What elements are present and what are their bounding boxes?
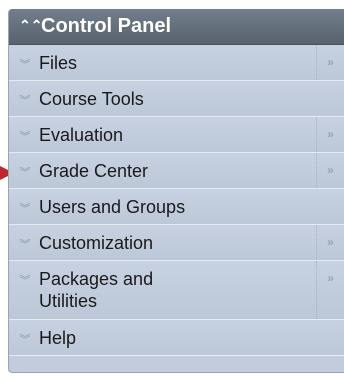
chevron-down-double-icon[interactable]: ︾ (9, 225, 39, 252)
menu-item-users-and-groups[interactable]: ︾ Users and Groups (9, 189, 344, 225)
chevron-right-double-icon[interactable]: » (316, 45, 344, 80)
chevron-right-double-icon[interactable]: » (316, 261, 344, 319)
menu-item-label: Users and Groups (39, 197, 186, 217)
screenshot-stage: ⌃⌃ Control Panel ︾ Files » ︾ Course Tool… (0, 0, 344, 377)
menu-item-label: Grade Center (39, 161, 149, 181)
menu-item-help[interactable]: ︾ Help (9, 320, 344, 356)
control-panel-title: Control Panel (41, 15, 172, 37)
menu-item-customization[interactable]: ︾ Customization » (9, 225, 344, 261)
control-panel: ⌃⌃ Control Panel ︾ Files » ︾ Course Tool… (8, 9, 344, 373)
menu-item-grade-center[interactable]: ︾ Grade Center » (9, 153, 344, 189)
chevron-right-double-icon[interactable]: » (316, 225, 344, 260)
menu-item-label: Evaluation (39, 125, 124, 145)
chevron-down-double-icon[interactable]: ︾ (9, 117, 39, 144)
chevron-right-double-icon[interactable]: » (316, 117, 344, 152)
menu-item-label: Packages and Utilities (39, 269, 154, 311)
chevron-up-double-icon[interactable]: ⌃⌃ (19, 18, 42, 32)
chevron-down-double-icon[interactable]: ︾ (9, 45, 39, 72)
chevron-right-double-icon[interactable]: » (316, 153, 344, 188)
menu-item-packages-and-utilities[interactable]: ︾ Packages and Utilities » (9, 261, 344, 320)
menu-item-label: Customization (39, 233, 154, 253)
menu-item-label: Files (39, 53, 78, 73)
menu-item-files[interactable]: ︾ Files » (9, 45, 344, 81)
chevron-down-double-icon[interactable]: ︾ (9, 189, 39, 216)
chevron-down-double-icon[interactable]: ︾ (9, 320, 39, 347)
menu-item-evaluation[interactable]: ︾ Evaluation » (9, 117, 344, 153)
control-panel-menu: ︾ Files » ︾ Course Tools ︾ Evaluation » … (9, 45, 344, 356)
control-panel-header[interactable]: ⌃⌃ Control Panel (9, 9, 344, 45)
chevron-down-double-icon[interactable]: ︾ (9, 81, 39, 108)
menu-item-course-tools[interactable]: ︾ Course Tools (9, 81, 344, 117)
chevron-down-double-icon[interactable]: ︾ (9, 153, 39, 180)
menu-item-label: Help (39, 328, 77, 348)
chevron-down-double-icon[interactable]: ︾ (9, 261, 39, 288)
menu-item-label: Course Tools (39, 89, 144, 109)
